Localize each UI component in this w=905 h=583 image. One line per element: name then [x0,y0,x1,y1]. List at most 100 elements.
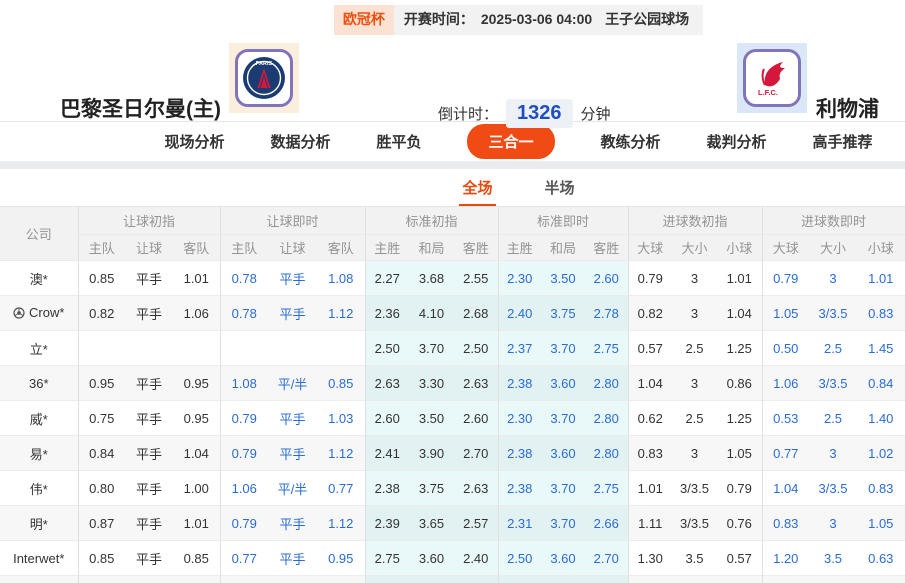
odds-cell: 1.05 [857,506,905,541]
odds-cell: 0.79 [628,261,672,296]
odds-cell: 0.83 [857,471,905,506]
table-row: 易*0.84平手1.040.79平手1.122.413.902.702.383.… [0,436,905,471]
odds-cell: 0.77 [762,436,809,471]
odds-cell: 平手 [125,296,173,331]
odds-cell: 2.68 [454,296,498,331]
odds-cell: 2.75 [365,541,409,576]
col-header: 主队 [78,235,125,261]
table-row: 明*0.87平手1.010.79平手1.122.393.652.572.313.… [0,506,905,541]
odds-cell: 2.78 [585,296,628,331]
odds-cell: 0.63 [857,541,905,576]
table-row: 威*0.75平手0.950.79平手1.032.603.502.602.303.… [0,401,905,436]
odds-cell: 0.79 [717,471,762,506]
odds-cell: 1.06 [220,471,268,506]
odds-cell: 2.5 [672,331,717,366]
odds-cell: 0.95 [173,401,220,436]
odds-cell: 0.79 [220,506,268,541]
odds-cell: 3 [672,366,717,401]
odds-cell: 2.27 [365,261,409,296]
odds-cell: 平手 [268,541,317,576]
odds-cell: 1.00 [173,471,220,506]
odds-cell [317,576,365,583]
odds-cell [125,576,173,583]
kickoff-time: 2025-03-06 04:00 [481,12,592,28]
odds-cell: 0.76 [717,506,762,541]
odds-cell: 3 [672,436,717,471]
odds-cell: 1.12 [317,296,365,331]
odds-cell: 3.60 [541,436,585,471]
odds-cell: 2.80 [585,401,628,436]
sub-tabs: 全场 半场 [0,169,905,206]
liverpool-crest-icon: L.F.C. [750,56,794,100]
odds-cell [78,576,125,583]
svg-text:PARIS: PARIS [256,61,273,67]
away-team-name: 利物浦 [816,93,879,123]
odds-cell: 2.75 [585,471,628,506]
countdown-unit: 分钟 [581,103,611,124]
col-header: 主队 [220,235,268,261]
odds-cell: 2.75 [585,331,628,366]
odds-cell: 3/3.5 [672,506,717,541]
odds-cell: 0.82 [628,296,672,331]
odds-cell: 平手 [125,261,173,296]
odds-cell: 3.50 [409,401,454,436]
company-cell [0,576,78,583]
odds-cell: 0.82 [78,296,125,331]
odds-cell: 4.10 [409,296,454,331]
odds-cell: 0.62 [628,401,672,436]
nav-tab-4[interactable]: 三合一 [467,124,554,159]
nav-tab-7[interactable]: 高手推荐 [813,131,873,152]
odds-cell: 3.30 [409,366,454,401]
odds-cell: 平手 [125,401,173,436]
odds-cell: 0.85 [78,541,125,576]
odds-cell [409,576,454,583]
odds-cell: 2.60 [365,401,409,436]
odds-cell: 0.87 [78,506,125,541]
odds-cell: 平手 [125,366,173,401]
odds-cell: 0.83 [628,436,672,471]
odds-cell: 1.03 [317,401,365,436]
nav-tab-2[interactable]: 数据分析 [270,131,330,152]
odds-cell: 3/3.5 [809,296,857,331]
nav-tab-5[interactable]: 教练分析 [601,131,661,152]
odds-cell: 2.5 [672,401,717,436]
odds-cell: 0.78 [220,296,268,331]
odds-cell: 2.38 [365,471,409,506]
odds-cell: 0.95 [317,541,365,576]
odds-cell: 2.38 [498,366,541,401]
odds-cell: 3.60 [541,541,585,576]
odds-cell: 3.5 [809,541,857,576]
league-badge[interactable]: 欧冠杯 [334,5,394,35]
odds-cell: 2.38 [498,436,541,471]
odds-cell: 2.63 [454,366,498,401]
odds-cell: 3.65 [409,506,454,541]
odds-cell: 平手 [125,506,173,541]
nav-tab-1[interactable]: 现场分析 [164,131,224,152]
nav-tab-3[interactable]: 胜平负 [376,131,421,152]
col-header: 小球 [717,235,762,261]
odds-cell [809,576,857,583]
odds-cell: 平手 [125,436,173,471]
odds-cell: 0.85 [173,541,220,576]
sub-tab-1[interactable]: 全场 [459,170,495,206]
col-header: 大球 [628,235,672,261]
odds-cell: 2.80 [585,436,628,471]
odds-cell: 3.70 [409,331,454,366]
odds-cell: 2.55 [454,261,498,296]
nav-tab-6[interactable]: 裁判分析 [707,131,767,152]
odds-cell: 2.70 [585,541,628,576]
odds-cell: 平手 [268,506,317,541]
odds-cell: 2.63 [365,366,409,401]
odds-cell: 平手 [268,401,317,436]
odds-cell: 0.50 [762,331,809,366]
company-cell: 澳* [0,261,78,296]
odds-cell: 0.84 [78,436,125,471]
group-header: 让球即时 [220,207,365,235]
odds-cell: 3.60 [541,366,585,401]
col-header-row: 主队让球客队主队让球客队主胜和局客胜主胜和局客胜大球大小小球大球大小小球 [0,235,905,261]
odds-cell: 2.70 [454,436,498,471]
odds-cell: 2.66 [585,506,628,541]
sub-tab-2[interactable]: 半场 [542,170,578,206]
col-header: 大小 [672,235,717,261]
odds-cell [717,576,762,583]
